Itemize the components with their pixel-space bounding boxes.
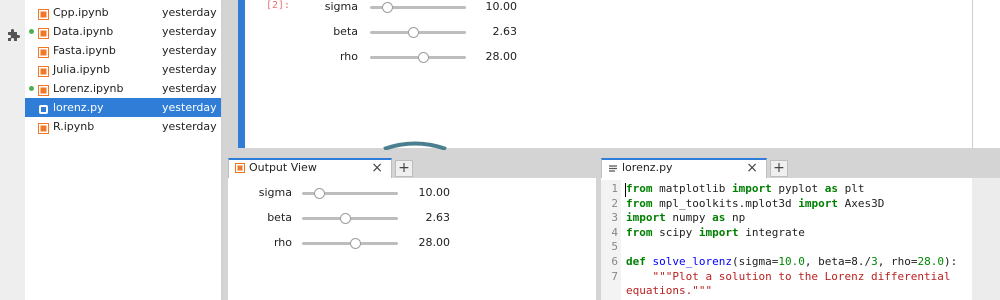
tab-title: lorenz.py xyxy=(622,161,673,174)
file-item[interactable]: Cpp.ipynb yesterday xyxy=(25,3,221,22)
file-modified: yesterday xyxy=(162,82,217,95)
add-tab-button[interactable]: + xyxy=(770,160,788,177)
slider-label-rho: rho xyxy=(273,236,292,249)
file-item[interactable]: Julia.ipynb yesterday xyxy=(25,60,221,79)
code-line: equations.""" xyxy=(626,284,713,298)
text-file-icon xyxy=(608,164,618,174)
notebook-icon xyxy=(38,121,49,134)
slider-label-beta: beta xyxy=(267,211,292,224)
file-modified: yesterday xyxy=(162,6,217,19)
add-tab-button[interactable]: + xyxy=(395,160,413,177)
slider-handle-beta[interactable] xyxy=(408,27,419,38)
slider-handle-sigma[interactable] xyxy=(382,2,393,13)
file-name: lorenz.py xyxy=(53,101,104,114)
slider-label-sigma: sigma xyxy=(324,0,358,13)
slider-value-sigma: 10.00 xyxy=(485,0,518,13)
python-icon xyxy=(38,102,49,114)
file-name: R.ipynb xyxy=(53,120,95,133)
output-view-tabbar: Output View × + xyxy=(228,156,596,178)
tab-output-view[interactable]: Output View × xyxy=(228,158,392,178)
code-line: def solve_lorenz(sigma=10.0, beta=8./3, … xyxy=(626,255,958,268)
notebook-icon xyxy=(38,26,49,39)
slider-handle-sigma[interactable] xyxy=(314,188,325,199)
file-name: Data.ipynb xyxy=(53,25,114,38)
file-item[interactable]: Fasta.ipynb yesterday xyxy=(25,41,221,60)
line-number: 3 xyxy=(611,211,618,225)
notebook-icon xyxy=(38,64,49,77)
slider-label-sigma: sigma xyxy=(258,186,292,199)
notebook-icon xyxy=(235,163,245,173)
file-item[interactable]: R.ipynb yesterday xyxy=(25,117,221,136)
file-modified: yesterday xyxy=(162,25,217,38)
notebook-icon xyxy=(38,45,49,58)
code-line: import numpy as np xyxy=(626,211,746,225)
activity-bar xyxy=(0,0,26,300)
file-item[interactable]: lorenz.py yesterday xyxy=(25,98,221,117)
file-name: Julia.ipynb xyxy=(53,63,111,76)
line-number: 1 xyxy=(611,182,618,195)
slider-value-sigma: 10.00 xyxy=(418,186,451,199)
line-number: 6 xyxy=(611,255,618,268)
notebook-icon xyxy=(38,7,49,20)
slider-handle-rho[interactable] xyxy=(418,52,429,63)
code-line: from matplotlib import pyplot as plt xyxy=(626,182,865,195)
right-sidebar-strip xyxy=(972,178,1000,300)
line-number: 4 xyxy=(611,225,618,239)
slider-label-beta: beta xyxy=(333,25,358,38)
tab-lorenz-py[interactable]: lorenz.py × xyxy=(601,158,767,178)
tab-title: Output View xyxy=(249,161,317,174)
text-cursor xyxy=(625,183,626,197)
notebook-icon xyxy=(38,83,49,96)
close-icon[interactable]: × xyxy=(746,160,758,176)
code-line: from scipy import integrate xyxy=(626,225,805,239)
slider-value-rho: 28.00 xyxy=(485,50,518,63)
file-item[interactable]: Lorenz.ipynb yesterday xyxy=(25,79,221,98)
slider-value-beta: 2.63 xyxy=(425,211,451,224)
notebook-panel xyxy=(238,0,972,148)
plot-edge xyxy=(383,141,447,150)
slider-label-rho: rho xyxy=(339,50,358,63)
running-indicator xyxy=(29,86,34,91)
notebook-scroll-gutter xyxy=(972,0,1000,148)
line-number: 7 xyxy=(611,269,618,283)
puzzle-icon[interactable] xyxy=(5,27,21,43)
code-line: from mpl_toolkits.mplot3d import Axes3D xyxy=(626,196,885,210)
close-icon[interactable]: × xyxy=(371,160,383,176)
file-item[interactable]: Data.ipynb yesterday xyxy=(25,22,221,41)
file-modified: yesterday xyxy=(162,101,217,114)
code-line: """Plot a solution to the Lorenz differe… xyxy=(626,269,951,283)
line-number: 5 xyxy=(611,240,618,254)
running-indicator xyxy=(29,29,34,34)
cell-prompt: [2]: xyxy=(266,0,291,11)
slider-handle-beta[interactable] xyxy=(340,213,351,224)
file-modified: yesterday xyxy=(162,120,217,133)
editor-tabbar: lorenz.py × + xyxy=(601,156,972,178)
slider-handle-rho[interactable] xyxy=(350,238,361,249)
line-number: 2 xyxy=(611,196,618,210)
file-name: Lorenz.ipynb xyxy=(53,82,124,95)
file-modified: yesterday xyxy=(162,44,217,57)
slider-value-beta: 2.63 xyxy=(492,25,518,38)
file-name: Fasta.ipynb xyxy=(53,44,116,57)
slider-value-rho: 28.00 xyxy=(418,236,451,249)
active-cell-indicator[interactable] xyxy=(238,0,245,148)
file-name: Cpp.ipynb xyxy=(53,6,109,19)
file-modified: yesterday xyxy=(162,63,217,76)
